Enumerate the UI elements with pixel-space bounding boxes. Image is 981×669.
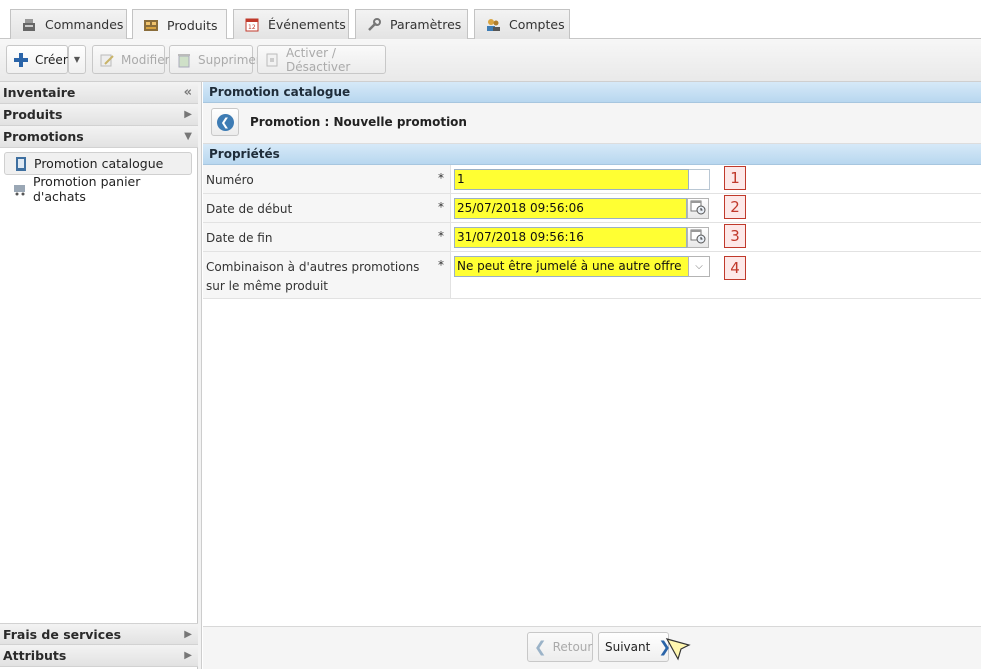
form-row-numero: Numéro * 1 1 (203, 165, 981, 194)
chevron-right-icon: ▶ (184, 629, 192, 640)
form-row-date-debut: Date de début * 25/07/2018 09:56:06 2 (203, 194, 981, 223)
catalog-book-icon (13, 156, 29, 172)
wizard-footer: ❮ Retour Suivant ❯ (203, 626, 981, 669)
back-arrow-icon: ❮ (216, 113, 234, 131)
section-label: Promotions (3, 129, 84, 144)
cash-register-icon (21, 17, 37, 33)
step-badge: 3 (724, 224, 746, 248)
sidebar-section-produits[interactable]: Produits ▶ (0, 104, 198, 126)
tab-label: Comptes (509, 17, 565, 32)
date-fin-input[interactable]: 31/07/2018 09:56:16 (454, 227, 687, 248)
back-wizard-label: Retour (552, 640, 593, 654)
users-icon (485, 17, 501, 33)
properties-header: Propriétés (203, 144, 981, 165)
combinaison-select[interactable]: Ne peut être jumelé à une autre offre (454, 256, 689, 277)
chevron-right-icon: ▶ (184, 650, 192, 661)
next-wizard-button[interactable]: Suivant ❯ (598, 632, 671, 662)
step-badge: 1 (724, 166, 746, 190)
delete-button-label: Supprimer (198, 52, 261, 67)
create-button[interactable]: Créer (6, 45, 68, 74)
back-button[interactable]: ❮ (211, 108, 239, 136)
section-label: Inventaire (3, 85, 76, 100)
top-tab-bar: Commandes Produits 12 Événements Paramèt… (0, 0, 981, 40)
main-panel: Promotion catalogue ❮ Promotion : Nouvel… (203, 82, 981, 669)
section-label: Attributs (3, 648, 67, 663)
sidebar-item-promotion-catalogue[interactable]: Promotion catalogue (4, 152, 192, 175)
sidebar-item-label: Promotion catalogue (34, 156, 164, 171)
chevron-down-icon: ⌵ (695, 261, 703, 272)
numero-input-tail[interactable] (689, 169, 710, 190)
calendar-clock-icon (690, 199, 706, 218)
select-dropdown-button[interactable]: ⌵ (688, 256, 710, 277)
sidebar-item-label: Promotion panier d'achats (33, 173, 141, 204)
tab-produits[interactable]: Produits (132, 9, 227, 40)
date-debut-input[interactable]: 25/07/2018 09:56:06 (454, 198, 687, 219)
step-badge: 4 (724, 256, 746, 280)
required-marker: * (438, 229, 444, 243)
required-marker: * (438, 200, 444, 214)
date-picker-button[interactable] (687, 227, 709, 248)
sidebar-item-promotion-panier[interactable]: Promotion panier d'achats (4, 174, 192, 204)
document-toggle-icon (264, 52, 280, 68)
tab-commandes[interactable]: Commandes (10, 9, 127, 39)
tab-evenements[interactable]: 12 Événements (233, 9, 349, 39)
sidebar-section-frais[interactable]: Frais de services ▶ (0, 623, 198, 645)
step-badge: 2 (724, 195, 746, 219)
required-marker: * (438, 258, 444, 272)
sidebar-section-inventaire[interactable]: Inventaire « (0, 82, 198, 104)
date-debut-label: Date de début (206, 202, 293, 216)
trash-icon (176, 52, 192, 68)
required-marker: * (438, 171, 444, 185)
chevron-down-icon: ▼ (184, 131, 192, 142)
tab-parametres[interactable]: Paramètres (355, 9, 468, 39)
toggle-active-button-label: Activer / Désactiver (286, 45, 351, 74)
calendar-clock-icon (690, 228, 706, 247)
date-fin-label: Date de fin (206, 231, 273, 245)
tab-label: Produits (167, 17, 218, 33)
plus-icon (13, 52, 29, 68)
tab-label: Commandes (45, 17, 124, 32)
sidebar: Inventaire « Produits ▶ Promotions ▼ Pro… (0, 82, 198, 669)
edit-button[interactable]: Modifier (92, 45, 170, 74)
products-box-icon (143, 17, 159, 33)
mouse-cursor-icon (665, 637, 691, 664)
combinaison-label: Combinaison à d'autres promotions sur le… (206, 260, 420, 293)
numero-input[interactable]: 1 (454, 169, 689, 190)
numero-label: Numéro (206, 173, 254, 187)
date-picker-button[interactable] (687, 198, 709, 219)
calendar-icon: 12 (244, 17, 260, 33)
chevron-right-icon: ▶ (184, 109, 192, 120)
form-row-date-fin: Date de fin * 31/07/2018 09:56:16 3 (203, 223, 981, 252)
tab-comptes[interactable]: Comptes (474, 9, 570, 39)
shopping-cart-icon (12, 181, 28, 197)
wrench-icon (366, 17, 382, 33)
collapse-double-chevron-icon[interactable]: « (184, 82, 192, 103)
navigation-row: ❮ Promotion : Nouvelle promotion (203, 103, 981, 144)
create-button-label: Créer (35, 52, 68, 67)
create-dropdown-button[interactable]: ▼ (68, 45, 86, 74)
section-label: Produits (3, 107, 63, 122)
pencil-icon (99, 52, 115, 68)
chevron-left-icon: ❮ (534, 638, 547, 656)
sidebar-section-attributs[interactable]: Attributs ▶ (0, 645, 198, 667)
back-wizard-button[interactable]: ❮ Retour (527, 632, 593, 662)
next-wizard-label: Suivant (605, 640, 651, 654)
form-row-combinaison: Combinaison à d'autres promotions sur le… (203, 252, 981, 299)
edit-button-label: Modifier (121, 52, 170, 67)
sidebar-section-promotions[interactable]: Promotions ▼ (0, 126, 198, 148)
panel-splitter[interactable] (198, 82, 202, 669)
svg-text:12: 12 (248, 24, 256, 31)
action-toolbar: Créer ▼ Modifier Supprimer Activer / Dés… (0, 39, 981, 82)
chevron-down-icon: ▼ (73, 55, 81, 64)
tab-label: Événements (268, 17, 346, 32)
panel-header: Promotion catalogue (203, 82, 981, 103)
tab-label: Paramètres (390, 17, 462, 32)
delete-button[interactable]: Supprimer (169, 45, 261, 74)
toggle-active-button[interactable]: Activer / Désactiver (257, 45, 386, 74)
page-title: Promotion : Nouvelle promotion (250, 115, 467, 129)
section-label: Frais de services (3, 627, 122, 642)
